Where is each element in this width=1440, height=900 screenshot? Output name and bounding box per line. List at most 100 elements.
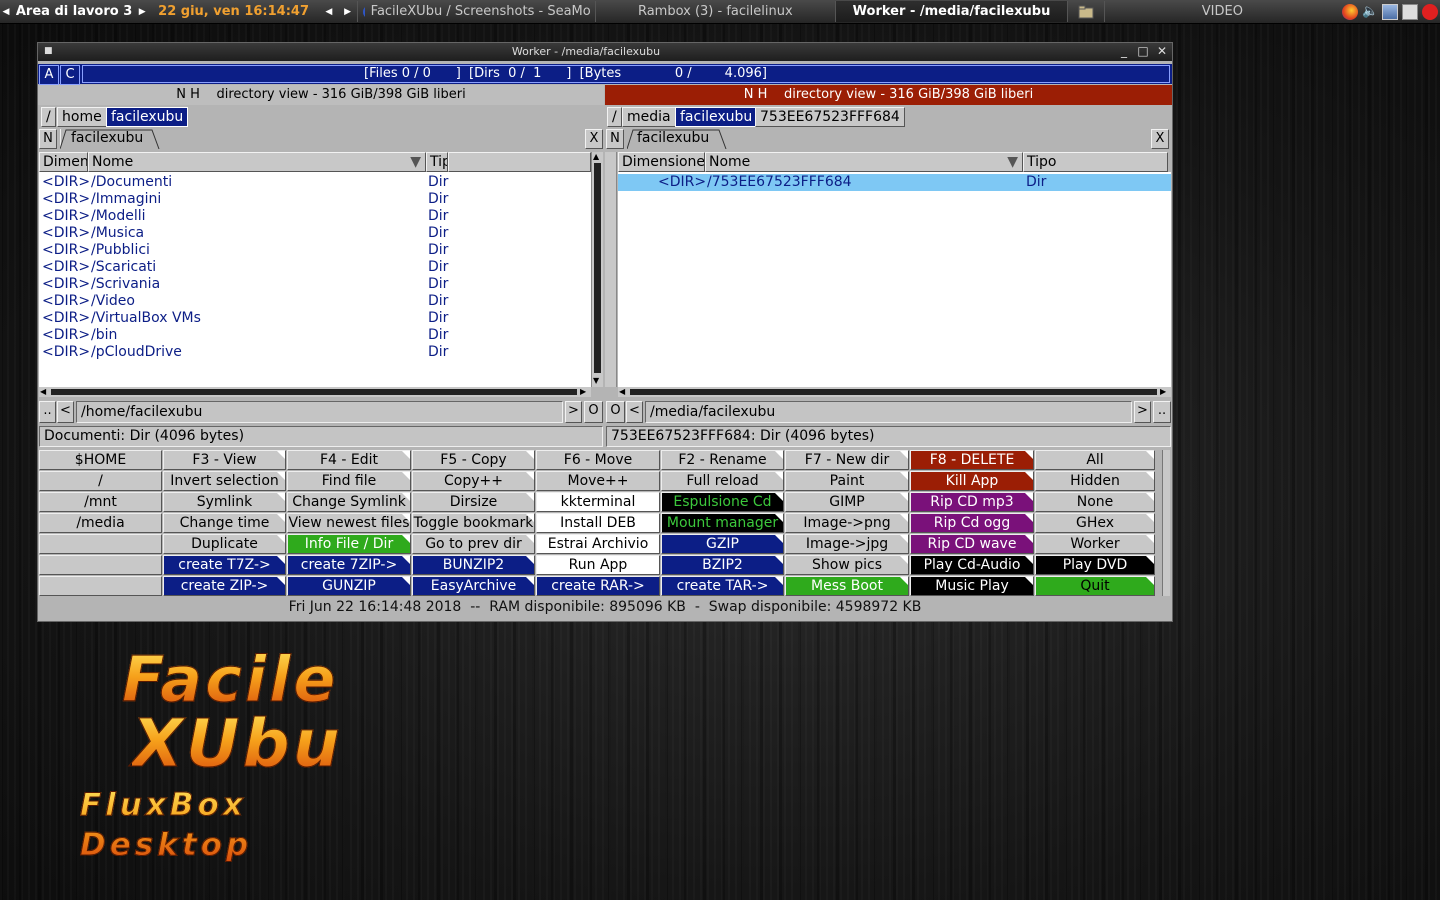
cmd-button-f8-delete[interactable]: F8 - DELETE (910, 450, 1034, 470)
left-col-size[interactable]: Dimen (39, 152, 88, 172)
cmd-button-gunzip[interactable]: GUNZIP (287, 576, 411, 596)
right-col-size[interactable]: Dimensione (618, 152, 705, 172)
cmd-button-gzip[interactable]: GZIP (661, 534, 784, 554)
cmd-button-play-cd-audio[interactable]: Play Cd-Audio (910, 555, 1034, 575)
cmd-button-symlink[interactable]: Symlink (163, 492, 286, 512)
task-video[interactable]: VIDEO (1103, 1, 1340, 22)
cmd-button-easyarchive[interactable]: EasyArchive (412, 576, 535, 596)
cmd-button-hidden[interactable]: Hidden (1035, 471, 1155, 491)
firefox-icon[interactable] (1342, 3, 1358, 20)
scroll-down-icon[interactable]: ▼ (593, 376, 599, 386)
file-row[interactable]: <DIR>/753EE67523FFF684 Dir (618, 174, 1171, 191)
cmd-button-run-app[interactable]: Run App (536, 555, 660, 575)
cmd-button-kkterminal[interactable]: kkterminal (536, 492, 660, 512)
cmd-button-f5-copy[interactable]: F5 - Copy (412, 450, 535, 470)
right-forward-button[interactable]: > (1134, 401, 1151, 423)
next-workspace-icon[interactable]: ▶ (136, 7, 148, 17)
file-row[interactable]: <DIR>/Video Dir (39, 293, 591, 310)
file-row[interactable]: <DIR>/Musica Dir (39, 225, 591, 242)
cmd-button-move[interactable]: Move++ (536, 471, 660, 491)
cmd-button-change-time[interactable]: Change time (163, 513, 286, 533)
left-col-name[interactable]: Nome ▼ (88, 152, 426, 172)
cmd-button-mount-manager[interactable]: Mount manager (661, 513, 784, 533)
right-other-button[interactable]: O (606, 401, 625, 423)
cmd-button-estrai-archivio[interactable]: Estrai Archivio (536, 534, 660, 554)
scroll-right-icon[interactable]: ▶ (1160, 387, 1166, 397)
left-close-tab-button[interactable]: X (585, 129, 603, 149)
left-parent-button[interactable]: .. (39, 401, 56, 423)
cmd-button-f2-rename[interactable]: F2 - Rename (661, 450, 784, 470)
left-file-list[interactable]: <DIR>/Documenti Dir <DIR>/Immagini Dir <DIR>… (39, 172, 591, 387)
left-hscroll[interactable]: ◀ ▶ (39, 387, 591, 397)
cmd-button-bunzip2[interactable]: BUNZIP2 (412, 555, 535, 575)
cmd-button-f7-new-dir[interactable]: F7 - New dir (785, 450, 909, 470)
cmd-button-mess-boot[interactable]: Mess Boot (785, 576, 909, 596)
left-other-button[interactable]: O (584, 401, 603, 423)
left-vscroll[interactable]: ▲ ▼ (591, 152, 603, 387)
right-directory-header[interactable]: N H directory view - 316 GiB/398 GiB lib… (605, 85, 1172, 105)
task-worker[interactable]: Worker - /media/facilexubu (834, 1, 1068, 22)
cmd-button-toggle-bookmark[interactable]: Toggle bookmark (412, 513, 535, 533)
cmd-button-none[interactable]: None (1035, 492, 1155, 512)
cmd-button-kill-app[interactable]: Kill App (910, 471, 1034, 491)
cmd-button-image-jpg[interactable]: Image->jpg (785, 534, 909, 554)
workspace-name[interactable]: Area di lavoro 3 (12, 4, 136, 19)
right-crumb-root[interactable]: / (607, 107, 622, 127)
cmd-button-dirsize[interactable]: Dirsize (412, 492, 535, 512)
cmd-button-espulsione-cd[interactable]: Espulsione Cd (661, 492, 784, 512)
cmd-button-rip-cd-wave[interactable]: Rip CD wave (910, 534, 1034, 554)
cmd-button-all[interactable]: All (1035, 450, 1155, 470)
cmd-button-empty[interactable]: / (39, 471, 162, 491)
cmd-button-create-tar[interactable]: create TAR-> (661, 576, 784, 596)
cmd-button-info-file-dir[interactable]: Info File / Dir (287, 534, 411, 554)
update-icon[interactable] (1422, 3, 1438, 20)
right-col-name[interactable]: Nome ▼ (705, 152, 1023, 172)
cmd-button-f6-move[interactable]: F6 - Move (536, 450, 660, 470)
cmd-button-quit[interactable]: Quit (1035, 576, 1155, 596)
cmd-button-f4-edit[interactable]: F4 - Edit (287, 450, 411, 470)
prev-window-icon[interactable]: ◀ (319, 7, 339, 17)
cmd-button-f3-view[interactable]: F3 - View (163, 450, 286, 470)
cmd-button-media[interactable]: /media (39, 513, 162, 533)
right-hscroll[interactable]: ◀ ▶ (618, 387, 1171, 397)
cmd-button-home[interactable]: $HOME (39, 450, 162, 470)
button-grid-scroll[interactable] (1162, 450, 1170, 596)
file-row[interactable]: <DIR>/Pubblici Dir (39, 242, 591, 259)
right-path-input[interactable]: /media/facilexubu (645, 401, 1132, 423)
cmd-button-find-file[interactable]: Find file (287, 471, 411, 491)
file-row[interactable]: <DIR>/Scrivania Dir (39, 276, 591, 293)
file-row[interactable]: <DIR>/pCloudDrive Dir (39, 344, 591, 361)
left-new-tab-button[interactable]: N (39, 129, 57, 149)
cmd-button-copy[interactable]: Copy++ (412, 471, 535, 491)
cmd-button-change-symlink[interactable]: Change Symlink (287, 492, 411, 512)
left-back-button[interactable]: < (57, 401, 74, 423)
cmd-button-rip-cd-ogg[interactable]: Rip Cd ogg (910, 513, 1034, 533)
cmd-button-show-pics[interactable]: Show pics (785, 555, 909, 575)
file-row[interactable]: <DIR>/Scaricati Dir (39, 259, 591, 276)
cmd-button-mnt[interactable]: /mnt (39, 492, 162, 512)
right-back-button[interactable]: < (626, 401, 643, 423)
cmd-button-create-7zip[interactable]: create 7ZIP-> (287, 555, 411, 575)
prev-workspace-icon[interactable]: ◀ (0, 7, 12, 17)
right-close-tab-button[interactable]: X (1151, 129, 1169, 149)
left-path-input[interactable]: /home/facilexubu (76, 401, 563, 423)
cmd-button-create-zip[interactable]: create ZIP-> (163, 576, 286, 596)
cmd-button-image-png[interactable]: Image->png (785, 513, 909, 533)
right-parent-button[interactable]: .. (1153, 401, 1171, 423)
scroll-right-icon[interactable]: ▶ (580, 387, 586, 397)
scroll-thumb[interactable] (630, 389, 1157, 395)
cmd-button-play-dvd[interactable]: Play DVD (1035, 555, 1155, 575)
right-col-type[interactable]: Tipo (1023, 152, 1168, 172)
left-crumb-home[interactable]: home (57, 107, 107, 127)
close-icon[interactable]: ✕ (1154, 44, 1170, 59)
next-window-icon[interactable]: ▶ (339, 7, 357, 17)
cmd-button-view-newest-files[interactable]: View newest files (287, 513, 411, 533)
cmd-button-duplicate[interactable]: Duplicate (163, 534, 286, 554)
cmd-button-paint[interactable]: Paint (785, 471, 909, 491)
cmd-button-gimp[interactable]: GIMP (785, 492, 909, 512)
scroll-left-icon[interactable]: ◀ (619, 387, 625, 397)
file-row[interactable]: <DIR>/Modelli Dir (39, 208, 591, 225)
right-file-list[interactable]: <DIR>/753EE67523FFF684 Dir (618, 172, 1171, 387)
cmd-button-music-play[interactable]: Music Play (910, 576, 1034, 596)
volume-icon[interactable]: 🔈 (1362, 4, 1378, 20)
